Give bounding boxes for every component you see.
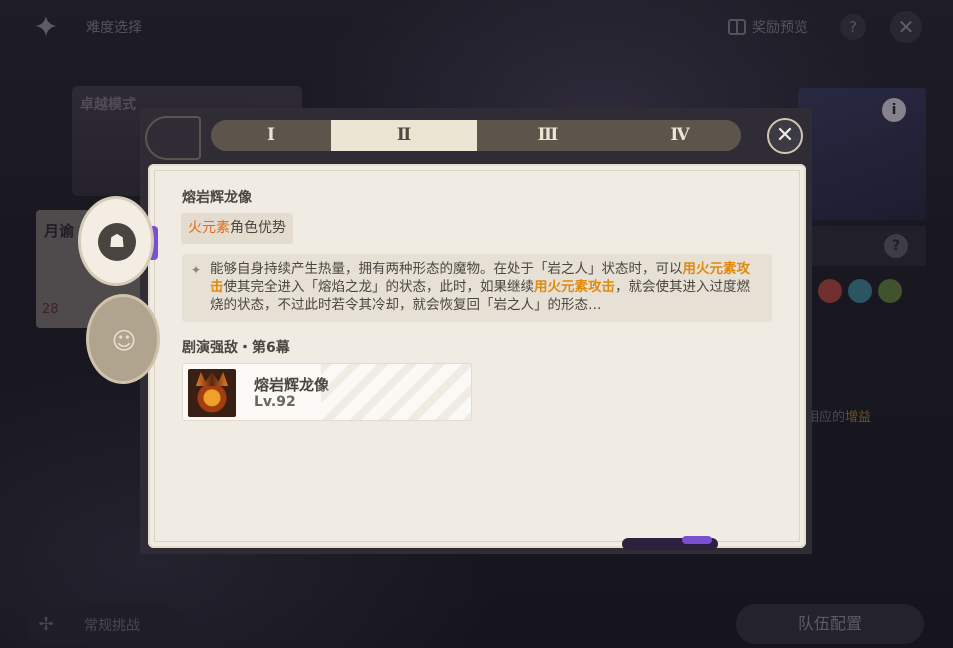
modal-close-button[interactable]: ✕: [767, 118, 803, 154]
act-tabs: Ⅰ Ⅱ Ⅲ Ⅳ: [211, 120, 741, 151]
advantage-suffix: 角色优势: [230, 220, 286, 236]
theater-masks-icon: ☺: [111, 327, 137, 355]
enemy-name: 熔岩辉龙像: [254, 376, 330, 394]
tab-act-3[interactable]: Ⅲ: [477, 120, 619, 151]
demon-mask-icon: ☗: [98, 223, 136, 261]
sparkle-icon: ✦: [191, 263, 202, 277]
theater-medallion[interactable]: ☺: [86, 294, 160, 384]
tab-act-2[interactable]: Ⅱ: [331, 120, 477, 151]
tab-act-4[interactable]: Ⅳ: [619, 120, 741, 151]
enemy-level: Lv.92: [254, 394, 296, 410]
modal-ornament: [145, 116, 201, 160]
enemy-description: ✦ 能够自身持续产生热量，拥有两种形态的魔物。在处于「岩之人」状态时，可以用火元…: [182, 254, 772, 322]
enemy-portrait: [188, 369, 236, 417]
enemy-card[interactable]: 熔岩辉龙像 Lv.92: [182, 363, 472, 421]
enemy-medallion[interactable]: ☗: [78, 196, 154, 286]
stage-title: 剧演强敌・第6幕: [182, 340, 290, 356]
element-advantage-tag: 火元素角色优势: [181, 213, 293, 244]
panel-decoration-bottom: [622, 536, 718, 550]
tab-act-1[interactable]: Ⅰ: [211, 120, 331, 151]
enemy-title: 熔岩辉龙像: [182, 190, 252, 206]
advantage-element: 火元素: [188, 220, 230, 236]
